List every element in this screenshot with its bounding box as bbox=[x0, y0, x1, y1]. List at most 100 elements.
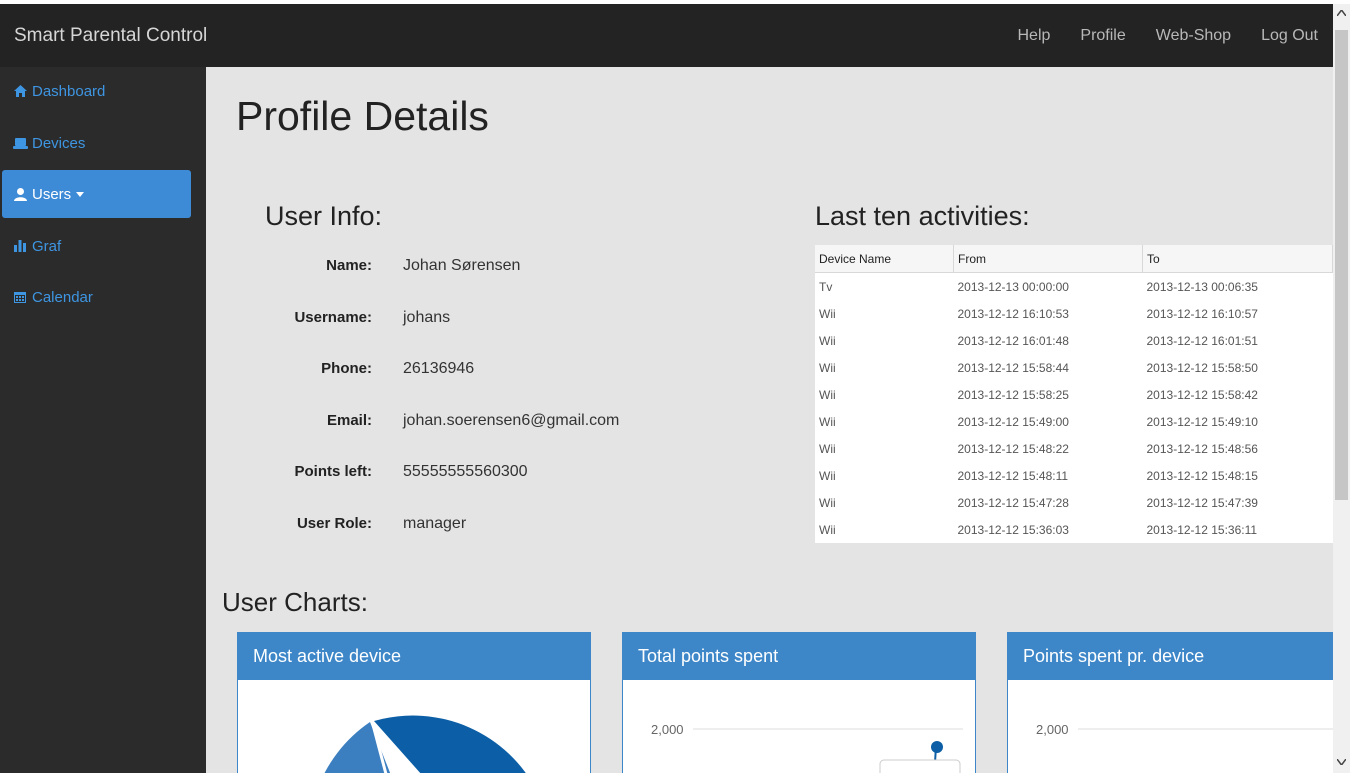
cell-device: Wii bbox=[819, 333, 836, 348]
y-tick-label: 2,000 bbox=[1036, 722, 1069, 737]
sidebar-item-graf[interactable]: Graf bbox=[2, 222, 191, 270]
info-value: manager bbox=[403, 515, 467, 532]
user-icon bbox=[13, 187, 30, 202]
user-charts-heading: User Charts: bbox=[222, 587, 368, 617]
table-row: Tv 2013-12-13 00:00:00 2013-12-13 00:06:35 bbox=[815, 273, 1333, 301]
activities-table: Device Name From To Tv 2013-12-13 00:00:0… bbox=[815, 245, 1333, 543]
column-header-to[interactable]: To bbox=[1142, 245, 1333, 273]
cell-from: 2013-12-12 15:49:00 bbox=[957, 414, 1069, 429]
info-value: johans bbox=[403, 309, 451, 326]
info-label: Username: bbox=[294, 309, 372, 326]
info-label: Name: bbox=[326, 257, 372, 274]
cell-to: 2013-12-13 00:06:35 bbox=[1146, 279, 1258, 294]
activities-heading: Last ten activities: bbox=[815, 201, 1030, 231]
table-row: Wii 2013-12-12 15:48:11 2013-12-12 15:48:1… bbox=[815, 462, 1333, 489]
cell-device: Wii bbox=[819, 522, 836, 537]
scrollbar-thumb[interactable] bbox=[1335, 30, 1348, 500]
scroll-down-icon[interactable] bbox=[1336, 757, 1347, 768]
sidebar-item-label: Users bbox=[32, 185, 72, 203]
panel-title: Total points spent bbox=[623, 633, 975, 680]
sidebar-item-dashboard[interactable]: Dashboard bbox=[2, 67, 191, 115]
chart-tooltip bbox=[879, 759, 961, 773]
cell-to: 2013-12-12 15:58:50 bbox=[1146, 360, 1258, 375]
activities-table-body: Tv 2013-12-13 00:00:00 2013-12-13 00:06:35… bbox=[815, 273, 1333, 544]
info-label: User Role: bbox=[296, 515, 372, 532]
column-header-from[interactable]: From bbox=[953, 245, 1143, 273]
top-nav-links: Help Profile Web-Shop Log Out bbox=[1017, 27, 1318, 45]
panel-title: Points spent pr. device bbox=[1008, 633, 1333, 680]
user-info-row: Points left: 55555555560300 bbox=[206, 463, 766, 487]
cell-from: 2013-12-12 16:10:53 bbox=[957, 306, 1069, 321]
chart-data-point[interactable] bbox=[931, 741, 943, 753]
pie-chart bbox=[324, 715, 538, 773]
chart-panel-total-points-spent: Total points spent 2,000 bbox=[622, 632, 976, 773]
sidebar-item-label: Devices bbox=[32, 134, 86, 152]
laptop-icon bbox=[13, 136, 30, 150]
table-row: Wii 2013-12-12 16:10:53 2013-12-12 16:10:5… bbox=[815, 300, 1333, 327]
caret-down-icon bbox=[76, 191, 85, 197]
table-row: Wii 2013-12-12 15:58:25 2013-12-12 15:58:4… bbox=[815, 381, 1333, 408]
user-info-heading: User Info: bbox=[265, 201, 383, 231]
cell-to: 2013-12-12 15:48:56 bbox=[1146, 441, 1258, 456]
nav-logout-link[interactable]: Log Out bbox=[1261, 27, 1318, 45]
cell-device: Wii bbox=[819, 306, 836, 321]
sidebar-item-label: Calendar bbox=[32, 288, 93, 306]
top-navbar: Smart Parental Control Help Profile Web-… bbox=[0, 4, 1333, 67]
info-value: 26136946 bbox=[403, 360, 475, 377]
info-label: Phone: bbox=[321, 360, 372, 377]
user-info-row: Username: johans bbox=[206, 309, 766, 333]
sidebar-item-calendar[interactable]: Calendar bbox=[2, 273, 191, 321]
cell-from: 2013-12-13 00:00:00 bbox=[957, 279, 1069, 294]
table-row: Wii 2013-12-12 15:48:22 2013-12-12 15:48:5… bbox=[815, 435, 1333, 462]
cell-device: Wii bbox=[819, 387, 836, 402]
cell-to: 2013-12-12 15:36:11 bbox=[1146, 522, 1258, 537]
table-header-row: Device Name From To bbox=[815, 245, 1333, 273]
y-tick-label: 2,000 bbox=[651, 722, 684, 737]
cell-to: 2013-12-12 16:10:57 bbox=[1146, 306, 1258, 321]
info-value: johan.soerensen6@gmail.com bbox=[403, 412, 620, 429]
cell-device: Wii bbox=[819, 441, 836, 456]
cell-device: Wii bbox=[819, 495, 836, 510]
cell-to: 2013-12-12 15:47:39 bbox=[1146, 495, 1258, 510]
cell-from: 2013-12-12 15:47:28 bbox=[957, 495, 1069, 510]
cell-from: 2013-12-12 15:48:22 bbox=[957, 441, 1069, 456]
nav-profile-link[interactable]: Profile bbox=[1080, 27, 1125, 45]
sidebar: Dashboard Devices Users Graf Calendar bbox=[0, 67, 206, 773]
table-row: Wii 2013-12-12 15:47:28 2013-12-12 15:47:3… bbox=[815, 489, 1333, 516]
home-icon bbox=[13, 84, 30, 98]
sidebar-item-users[interactable]: Users bbox=[2, 170, 191, 218]
panel-title: Most active device bbox=[238, 633, 590, 680]
table-row: Wii 2013-12-12 15:49:00 2013-12-12 15:49:1… bbox=[815, 408, 1333, 435]
cell-from: 2013-12-12 15:36:03 bbox=[957, 522, 1069, 537]
page-title: Profile Details bbox=[236, 93, 489, 139]
pie-slice-primary[interactable] bbox=[374, 715, 538, 773]
chart-panel-points-spent-pr-device: Points spent pr. device 2,000 bbox=[1007, 632, 1333, 773]
sidebar-item-devices[interactable]: Devices bbox=[2, 119, 191, 167]
chart-panel-most-active-device: Most active device bbox=[237, 632, 591, 773]
main-content: Profile Details User Info: Name: Johan S… bbox=[206, 67, 1333, 773]
table-row: Wii 2013-12-12 15:58:44 2013-12-12 15:58:5… bbox=[815, 354, 1333, 381]
cell-to: 2013-12-12 15:48:15 bbox=[1146, 468, 1258, 483]
nav-help-link[interactable]: Help bbox=[1017, 27, 1050, 45]
device-points-chart: 2,000 bbox=[1036, 722, 1333, 737]
column-header-device[interactable]: Device Name bbox=[815, 245, 954, 273]
cell-from: 2013-12-12 15:58:25 bbox=[957, 387, 1069, 402]
cell-device: Wii bbox=[819, 468, 836, 483]
sidebar-item-label: Dashboard bbox=[32, 82, 106, 100]
cell-from: 2013-12-12 16:01:48 bbox=[957, 333, 1069, 348]
table-row: Wii 2013-12-12 15:36:03 2013-12-12 15:36:1… bbox=[815, 516, 1333, 543]
bar-chart-icon bbox=[13, 239, 30, 253]
cell-from: 2013-12-12 15:58:44 bbox=[957, 360, 1069, 375]
cell-to: 2013-12-12 15:49:10 bbox=[1146, 414, 1258, 429]
scroll-up-icon[interactable] bbox=[1336, 8, 1347, 19]
calendar-icon bbox=[13, 290, 30, 304]
vertical-scrollbar[interactable] bbox=[1333, 4, 1350, 773]
cell-device: Wii bbox=[819, 414, 836, 429]
app-brand[interactable]: Smart Parental Control bbox=[14, 25, 207, 47]
cell-to: 2013-12-12 15:58:42 bbox=[1146, 387, 1258, 402]
info-value: Johan Sørensen bbox=[403, 257, 521, 274]
cell-to: 2013-12-12 16:01:51 bbox=[1146, 333, 1258, 348]
nav-webshop-link[interactable]: Web-Shop bbox=[1156, 27, 1231, 45]
line-chart: 2,000 bbox=[651, 722, 963, 773]
sidebar-item-label: Graf bbox=[32, 237, 62, 255]
